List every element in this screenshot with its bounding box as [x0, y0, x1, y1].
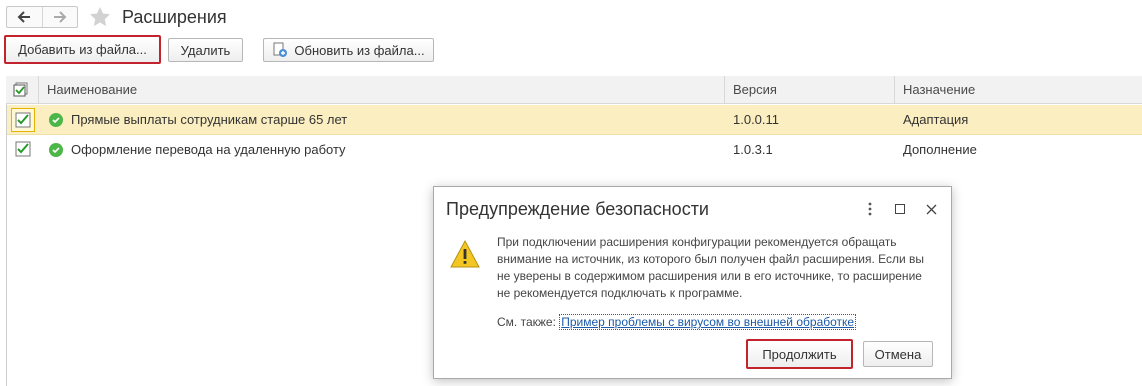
maximize-icon[interactable] [892, 201, 908, 217]
forward-button[interactable] [41, 7, 78, 27]
row-checkbox[interactable] [15, 141, 31, 157]
update-from-file-button[interactable]: Обновить из файла... [263, 38, 434, 62]
see-also-label: См. также: [497, 315, 556, 329]
delete-label: Удалить [180, 42, 231, 58]
back-button[interactable] [7, 7, 42, 27]
add-from-file-label: Добавить из файла... [18, 42, 147, 57]
arrow-right-icon [53, 11, 67, 23]
status-ok-icon [49, 113, 63, 127]
continue-label: Продолжить [762, 346, 837, 362]
extension-purpose: Адаптация [903, 112, 969, 127]
extension-purpose: Дополнение [903, 142, 977, 157]
column-header-purpose[interactable]: Назначение [894, 76, 1142, 104]
table-row[interactable]: Прямые выплаты сотрудникам старше 65 лет… [7, 105, 1142, 135]
page-title: Расширения [122, 7, 227, 27]
add-from-file-button[interactable]: Добавить из файла... [4, 35, 161, 64]
extension-version: 1.0.0.11 [733, 112, 780, 127]
row-checkbox[interactable] [11, 108, 35, 132]
update-from-file-label: Обновить из файла... [294, 42, 425, 58]
close-icon[interactable] [923, 201, 939, 217]
favorite-star-icon[interactable] [88, 5, 112, 29]
status-ok-icon [49, 143, 63, 157]
extension-version: 1.0.3.1 [733, 142, 773, 157]
security-warning-dialog: Предупреждение безопасности При подключе… [433, 186, 952, 379]
dialog-title: Предупреждение безопасности [446, 199, 709, 219]
extension-name: Прямые выплаты сотрудникам старше 65 лет [71, 112, 348, 127]
navigation-buttons [6, 6, 78, 28]
delete-button[interactable]: Удалить [168, 38, 243, 62]
checkmark-icon [15, 141, 31, 157]
warning-icon [449, 239, 481, 269]
warning-message: При подключении расширения конфигурации … [497, 235, 925, 300]
table-header: Наименование Версия Назначение [6, 76, 1142, 104]
select-all-checkbox[interactable] [13, 82, 29, 98]
more-options-icon[interactable] [862, 201, 878, 217]
continue-button[interactable]: Продолжить [746, 339, 853, 369]
virus-example-link[interactable]: Пример проблемы с вирусом во внешней обр… [561, 315, 854, 329]
cancel-button[interactable]: Отмена [863, 341, 933, 367]
extension-name: Оформление перевода на удаленную работу [71, 142, 346, 157]
checkmark-icon [15, 112, 31, 128]
arrow-left-icon [17, 11, 31, 23]
update-file-icon [273, 42, 288, 57]
cancel-label: Отмена [874, 346, 922, 362]
see-also: См. также: Пример проблемы с вирусом во … [497, 314, 857, 330]
checklist-icon [13, 82, 28, 97]
virus-example-link-wrapper: Пример проблемы с вирусом во внешней обр… [559, 314, 857, 330]
column-header-version[interactable]: Версия [724, 76, 894, 104]
table-row[interactable]: Оформление перевода на удаленную работу … [7, 135, 1142, 165]
column-header-name[interactable]: Наименование [38, 76, 724, 104]
